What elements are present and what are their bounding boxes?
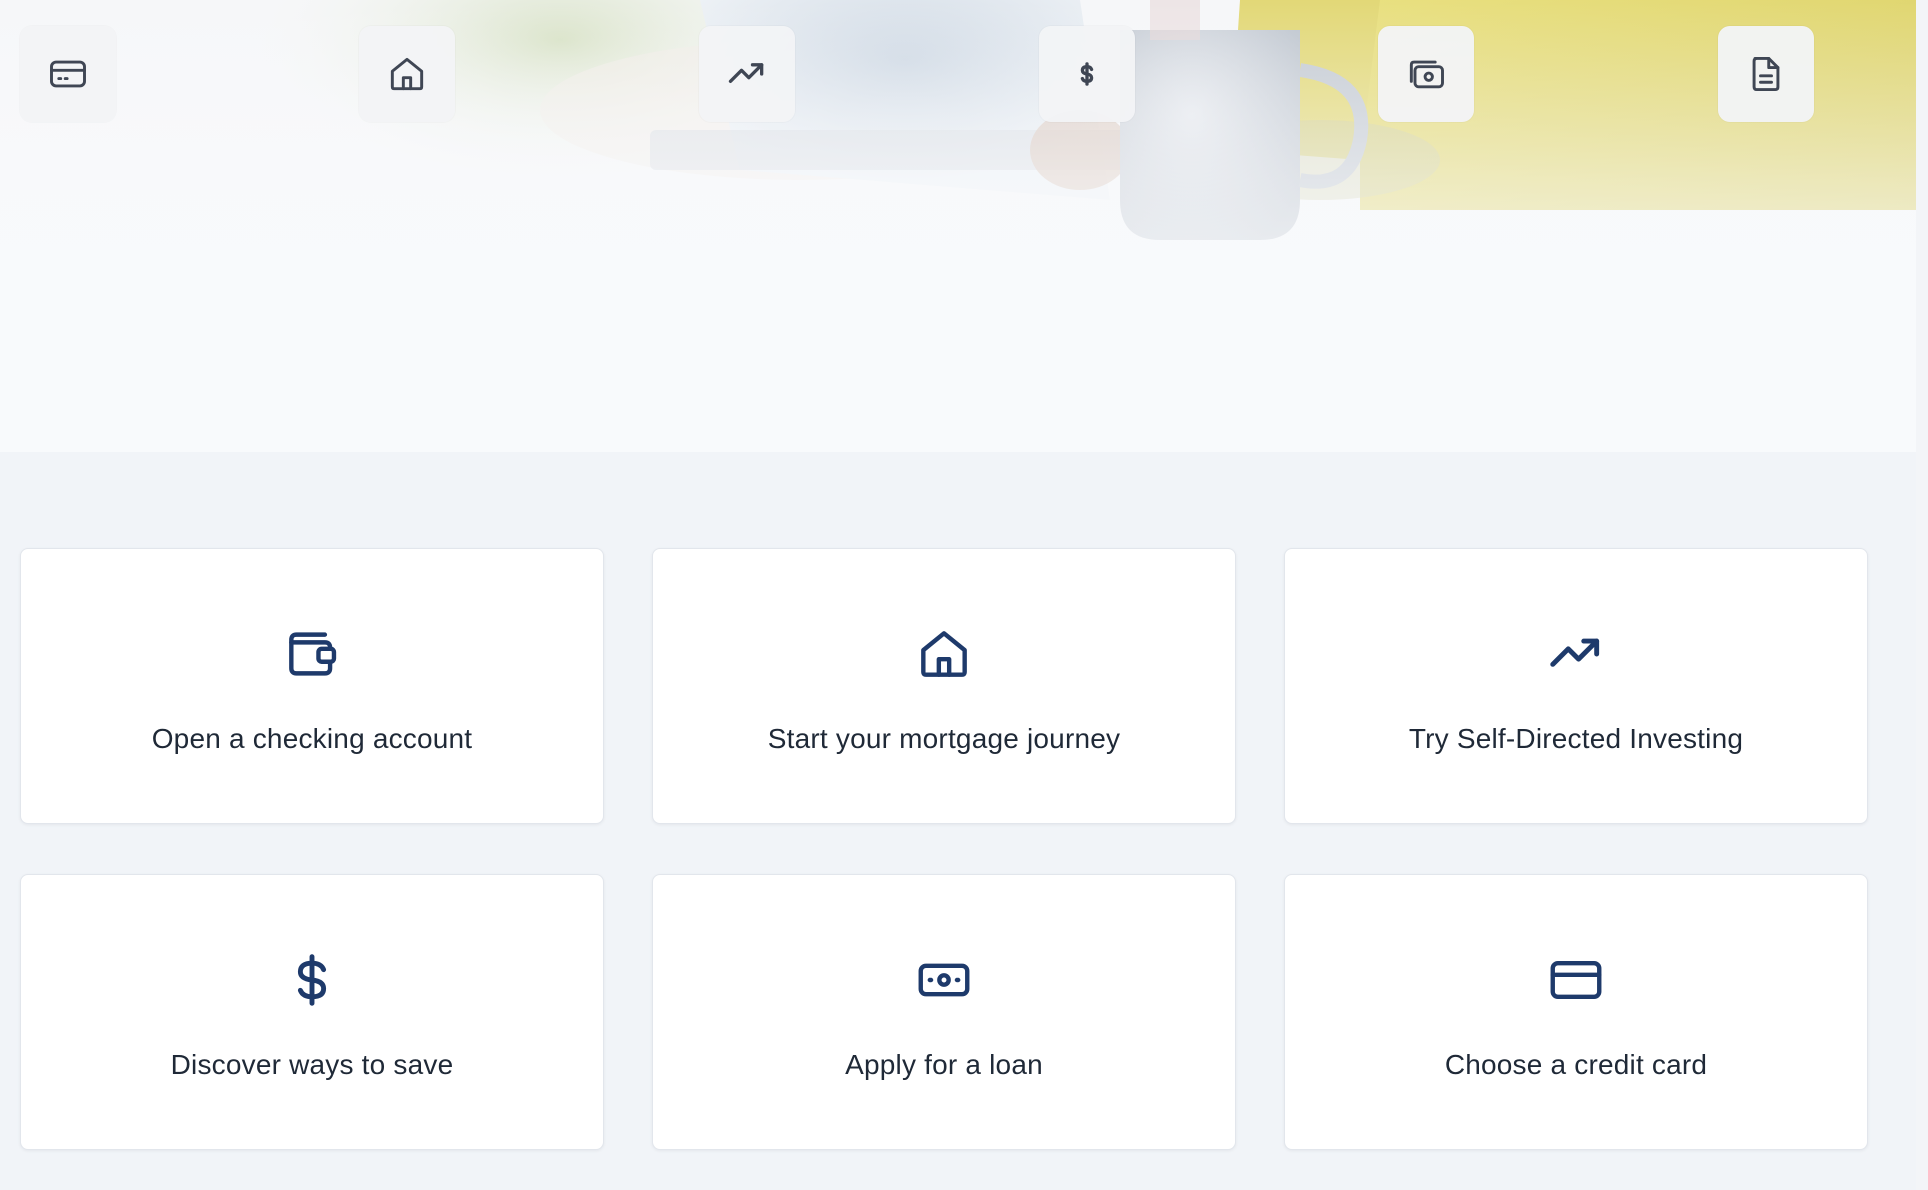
quick-action-investing[interactable] xyxy=(699,26,795,122)
quick-action-credit-card[interactable] xyxy=(20,26,116,122)
quick-actions xyxy=(0,0,1916,140)
card-credit-card[interactable]: Choose a credit card xyxy=(1284,874,1868,1150)
scrollbar-gutter[interactable] xyxy=(1916,0,1928,1190)
card-loan[interactable]: Apply for a loan xyxy=(652,874,1236,1150)
document-icon xyxy=(1752,56,1780,92)
card-open-checking[interactable]: Open a checking account xyxy=(20,548,604,824)
trending-up-icon xyxy=(728,63,764,83)
card-label: Apply for a loan xyxy=(845,1049,1043,1080)
quick-action-savings[interactable] xyxy=(1039,26,1135,122)
cash-icon xyxy=(918,963,970,997)
card-label: Open a checking account xyxy=(151,723,473,754)
credit-card-icon xyxy=(50,60,86,88)
card-label: Start your mortgage journey xyxy=(767,723,1121,754)
card-label: Discover ways to save xyxy=(170,1049,454,1080)
hero-banner xyxy=(0,0,1916,452)
card-icon-wrap xyxy=(913,623,975,685)
card-investing[interactable]: Try Self-Directed Investing xyxy=(1284,548,1868,824)
quick-action-home[interactable] xyxy=(359,26,455,122)
card-icon-wrap xyxy=(1545,949,1607,1011)
card-icon-wrap xyxy=(281,949,343,1011)
card-label: Try Self-Directed Investing xyxy=(1408,723,1744,754)
dollar-icon xyxy=(1080,62,1094,86)
quick-action-documents[interactable] xyxy=(1718,26,1814,122)
cash-icon xyxy=(1409,60,1444,89)
credit-card-icon xyxy=(1550,961,1602,999)
home-icon xyxy=(921,631,967,677)
card-icon-wrap xyxy=(281,623,343,685)
card-save[interactable]: Discover ways to save xyxy=(20,874,604,1150)
home-icon xyxy=(390,57,424,91)
card-icon-wrap xyxy=(1545,623,1607,685)
trending-up-icon xyxy=(1550,638,1600,667)
dollar-icon xyxy=(297,954,327,1006)
card-mortgage[interactable]: Start your mortgage journey xyxy=(652,548,1236,824)
product-cards-grid: Open a checking account Start your mortg… xyxy=(20,548,1868,1150)
card-icon-wrap xyxy=(913,949,975,1011)
wallet-icon xyxy=(289,632,337,676)
card-label: Choose a credit card xyxy=(1444,1049,1708,1080)
quick-action-loan[interactable] xyxy=(1378,26,1474,122)
